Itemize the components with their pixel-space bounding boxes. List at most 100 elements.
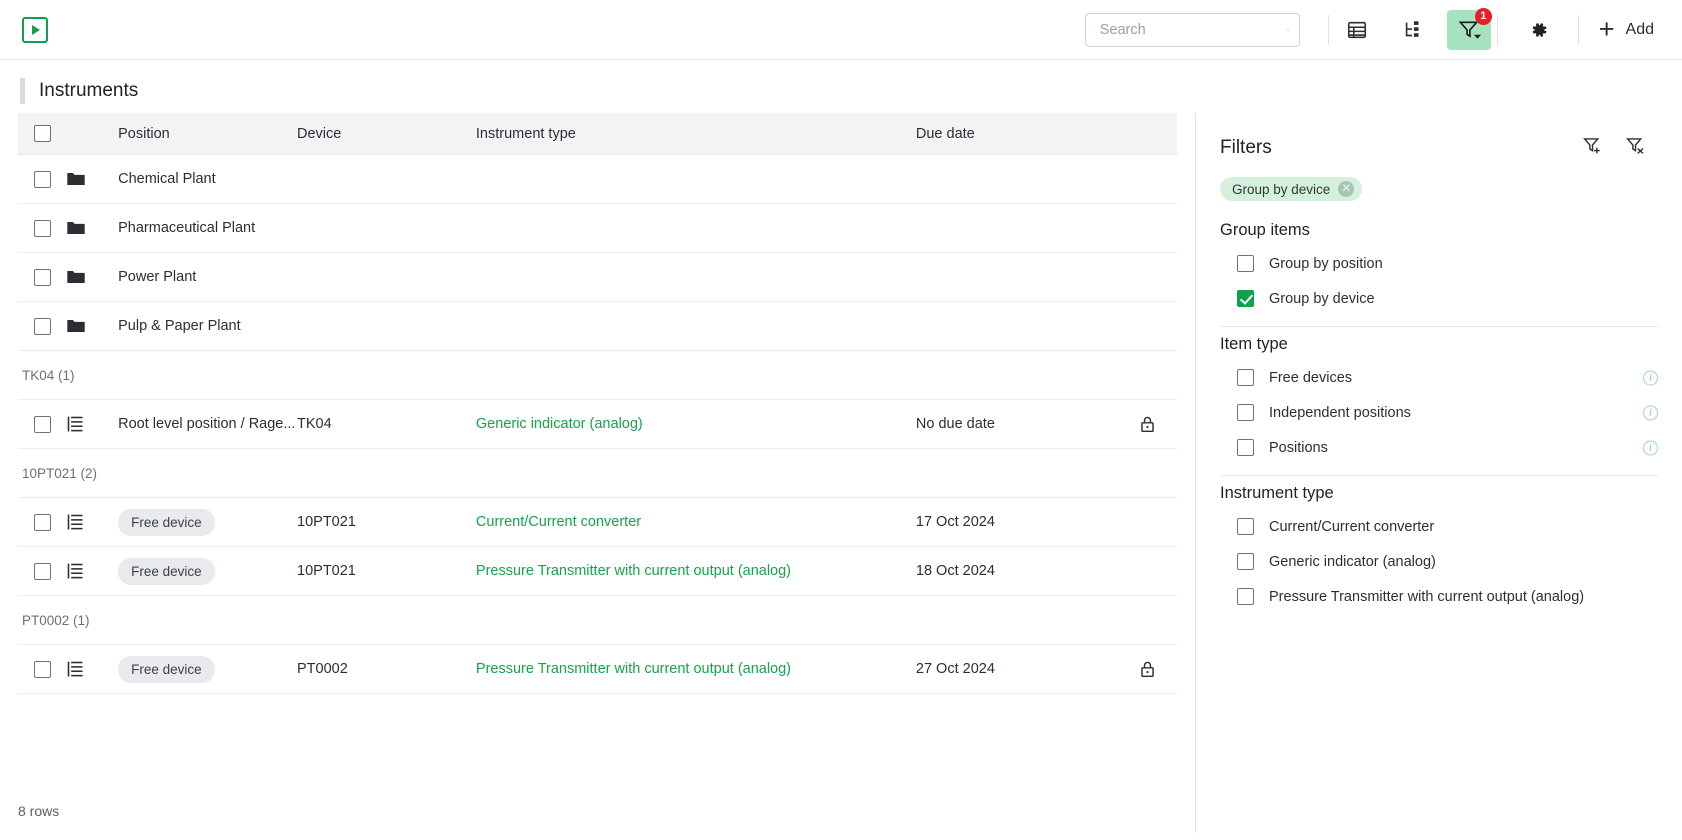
chip-remove-icon[interactable]: ✕ <box>1338 181 1355 197</box>
cell-instrument-type[interactable]: Generic indicator (analog) <box>476 416 916 432</box>
add-button[interactable]: + Add <box>1579 10 1664 50</box>
cell-instrument-type[interactable]: Pressure Transmitter with current output… <box>476 661 916 677</box>
filter-section-divider <box>1220 475 1658 476</box>
filter-checkbox[interactable] <box>1237 290 1254 307</box>
filter-checkbox[interactable] <box>1237 404 1254 421</box>
filter-sections: Group items Group by position Group by dev… <box>1220 221 1658 614</box>
row-select-cell[interactable] <box>18 415 65 433</box>
chevron-down-icon <box>1473 34 1481 39</box>
filter-button[interactable]: 1 <box>1446 7 1492 50</box>
filter-option[interactable]: Pressure Transmitter with current output… <box>1220 579 1658 614</box>
row-checkbox[interactable] <box>34 317 51 335</box>
title-accent-bar <box>20 77 25 104</box>
page-header: Instruments <box>0 68 1682 113</box>
row-position-text: Power Plant <box>118 269 197 285</box>
row-select-cell[interactable] <box>18 268 65 286</box>
row-select-cell[interactable] <box>18 513 65 531</box>
search-icon[interactable] <box>1287 20 1289 39</box>
row-select-cell[interactable] <box>18 317 65 335</box>
filter-checkbox[interactable] <box>1237 255 1254 272</box>
row-position-text: Root level position / Rage... <box>118 416 296 432</box>
filter-option[interactable]: Group by position <box>1220 246 1658 281</box>
info-icon[interactable]: i <box>1643 370 1658 385</box>
filter-checkbox[interactable] <box>1237 518 1254 535</box>
row-checkbox[interactable] <box>34 170 51 188</box>
row-checkbox[interactable] <box>34 562 51 580</box>
select-all-checkbox[interactable] <box>34 125 51 142</box>
table-row[interactable]: Root level position / Rage... TK04 Generic… <box>18 400 1177 449</box>
row-checkbox[interactable] <box>34 660 51 678</box>
row-select-cell[interactable] <box>18 562 65 580</box>
table-row[interactable]: Pharmaceutical Plant <box>18 204 1177 253</box>
filter-section-title: Instrument type <box>1220 484 1334 502</box>
column-header-due-date[interactable]: Due date <box>916 126 1119 142</box>
table-row[interactable]: Free device 10PT021 Current/Current conver… <box>18 498 1177 547</box>
row-checkbox[interactable] <box>34 268 51 286</box>
filter-clear-button[interactable] <box>1625 135 1646 161</box>
table-header-row: Position Device Instrument type Due date <box>18 113 1177 155</box>
cell-position: Pulp & Paper Plant <box>118 318 297 334</box>
filter-option-label: Group by device <box>1269 290 1375 307</box>
table-body: Chemical Plant Pharmaceutical Plant Power … <box>18 155 1177 694</box>
lock-icon <box>1141 416 1155 432</box>
row-select-cell[interactable] <box>18 170 65 188</box>
table-group-row[interactable]: 10PT021 (2) <box>18 449 1177 498</box>
cell-position: Free device <box>118 557 297 585</box>
filter-add-button[interactable] <box>1582 135 1603 161</box>
cell-due-date: 27 Oct 2024 <box>915 661 995 677</box>
cell-due-date: 17 Oct 2024 <box>915 514 995 530</box>
free-device-badge: Free device <box>118 508 215 536</box>
filter-option[interactable]: Group by device <box>1220 281 1658 316</box>
play-square-logo[interactable] <box>22 16 48 43</box>
row-checkbox[interactable] <box>34 415 51 433</box>
row-select-cell[interactable] <box>18 219 65 237</box>
filter-option[interactable]: Positions i <box>1220 430 1658 465</box>
tree-view-button[interactable] <box>1391 10 1435 50</box>
filter-option-label: Independent positions <box>1269 404 1411 421</box>
cell-instrument-type[interactable]: Current/Current converter <box>476 514 916 530</box>
cell-lock <box>1119 660 1177 679</box>
table-row[interactable]: Free device 10PT021 Pressure Transmitter w… <box>18 547 1177 596</box>
info-icon[interactable]: i <box>1643 440 1658 455</box>
filter-option[interactable]: Free devices i <box>1220 360 1658 395</box>
toolbar-divider-2 <box>1496 14 1498 45</box>
filter-option[interactable]: Independent positions i <box>1220 395 1658 430</box>
lock-icon <box>1141 661 1155 677</box>
filter-checkbox[interactable] <box>1237 588 1254 605</box>
select-all-cell[interactable] <box>18 125 65 142</box>
row-checkbox[interactable] <box>34 513 51 531</box>
table-view-button[interactable] <box>1335 10 1379 50</box>
row-select-cell[interactable] <box>18 660 65 678</box>
filter-checkbox[interactable] <box>1237 439 1254 456</box>
search-box[interactable] <box>1084 12 1300 47</box>
table-row[interactable]: Free device PT0002 Pressure Transmitter wi… <box>18 645 1177 694</box>
table-row[interactable]: Power Plant <box>18 253 1177 302</box>
cell-device: 10PT021 <box>297 563 356 579</box>
info-icon[interactable]: i <box>1643 405 1658 420</box>
settings-button[interactable] <box>1516 10 1560 50</box>
row-type-icon-cell <box>65 168 118 190</box>
row-position-text: Chemical Plant <box>118 171 216 187</box>
filter-option-label: Positions <box>1269 439 1328 456</box>
row-checkbox[interactable] <box>34 219 51 237</box>
add-button-label: Add <box>1625 20 1654 38</box>
table-row[interactable]: Chemical Plant <box>18 155 1177 204</box>
cell-instrument-type[interactable]: Pressure Transmitter with current output… <box>476 563 916 579</box>
column-header-device[interactable]: Device <box>297 126 476 142</box>
filters-panel: Filters Group by device ✕ Group items Gr… <box>1195 113 1682 833</box>
filter-option[interactable]: Generic indicator (analog) <box>1220 544 1658 579</box>
column-header-instrument-type[interactable]: Instrument type <box>476 126 916 142</box>
table-row[interactable]: Pulp & Paper Plant <box>18 302 1177 351</box>
table-group-row[interactable]: TK04 (1) <box>18 351 1177 400</box>
filter-section-divider <box>1220 326 1658 327</box>
table-group-row[interactable]: PT0002 (1) <box>18 596 1177 645</box>
search-input[interactable] <box>1099 21 1287 38</box>
instrument-stack-icon <box>67 514 83 529</box>
filter-checkbox[interactable] <box>1237 369 1254 386</box>
cell-due-date: 18 Oct 2024 <box>915 563 995 579</box>
filter-option[interactable]: Current/Current converter <box>1220 509 1658 544</box>
filter-chip[interactable]: Group by device ✕ <box>1220 177 1363 201</box>
page-title: Instruments <box>39 79 139 101</box>
column-header-position[interactable]: Position <box>118 126 297 142</box>
filter-checkbox[interactable] <box>1237 553 1254 570</box>
